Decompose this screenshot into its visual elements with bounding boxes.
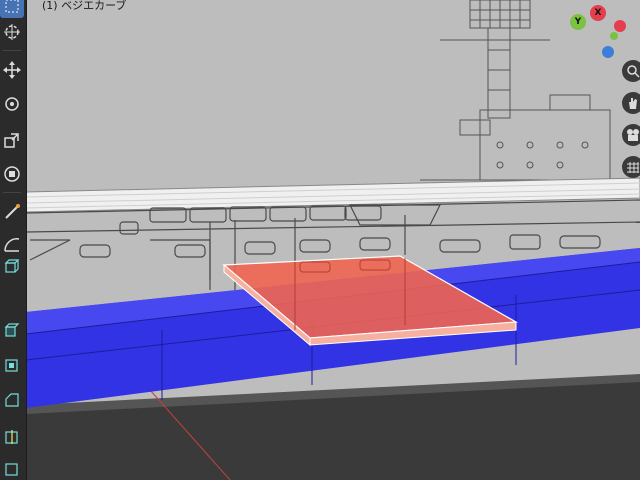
grid-icon[interactable] [622, 156, 640, 178]
scale-icon[interactable] [0, 128, 24, 152]
transform-icon[interactable] [0, 162, 24, 186]
tool-shelf [0, 0, 27, 480]
annotate-icon[interactable] [0, 200, 24, 224]
3d-viewport[interactable]: (1) ベジエカーブ X Y [0, 0, 640, 480]
y-axis-secondary-icon[interactable] [610, 32, 618, 40]
add-cube-icon[interactable] [0, 254, 24, 278]
zoom-icon[interactable] [622, 60, 640, 82]
rotate-icon[interactable] [0, 92, 24, 116]
knife-icon[interactable] [0, 456, 24, 480]
select-box-icon[interactable] [0, 0, 24, 18]
x-axis-handle[interactable]: X [590, 5, 606, 21]
x-axis-label: X [594, 8, 602, 18]
pan-hand-icon[interactable] [622, 92, 640, 114]
inset-icon[interactable] [0, 352, 24, 376]
extrude-icon[interactable] [0, 318, 24, 342]
bevel-icon[interactable] [0, 388, 24, 412]
y-axis-handle[interactable]: Y [570, 14, 586, 30]
y-axis-label: Y [574, 17, 582, 27]
scene-render[interactable] [0, 0, 640, 480]
x-axis-secondary-icon[interactable] [614, 20, 626, 32]
cursor-icon[interactable] [0, 20, 24, 44]
z-axis-handle[interactable] [602, 46, 614, 58]
camera-icon[interactable] [622, 124, 640, 146]
object-name-label: (1) ベジエカーブ [42, 0, 127, 12]
measure-icon[interactable] [0, 232, 24, 256]
move-icon[interactable] [0, 58, 24, 82]
loop-cut-icon[interactable] [0, 424, 24, 448]
